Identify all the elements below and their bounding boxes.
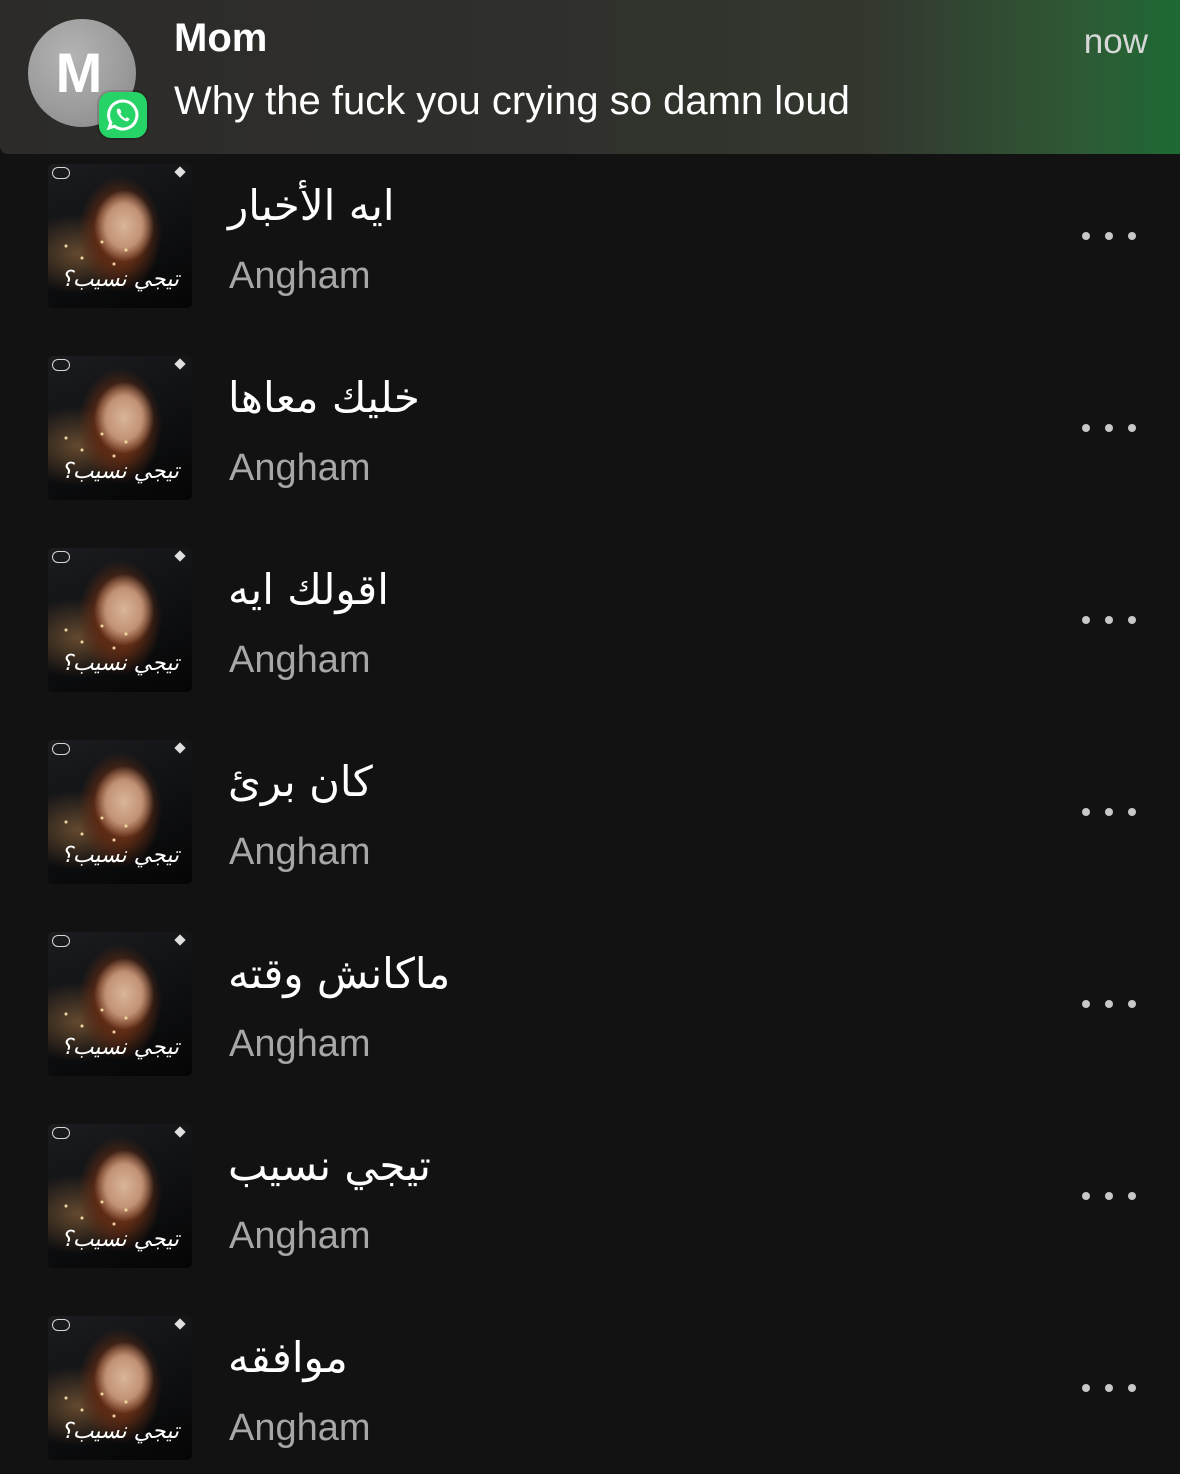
diamond-icon: [174, 1318, 186, 1330]
more-options-button[interactable]: [1078, 216, 1140, 256]
notification-banner[interactable]: M Mom Why the fuck you crying so damn lo…: [0, 0, 1180, 154]
cover-title: تيجي نسيب؟: [61, 843, 179, 868]
album-cover: تيجي نسيب؟: [48, 1316, 192, 1460]
diamond-icon: [174, 742, 186, 754]
diamond-icon: [174, 934, 186, 946]
track-row[interactable]: تيجي نسيب؟ تيجي نسيب Angham: [0, 1114, 1180, 1306]
track-row[interactable]: تيجي نسيب؟ كان برئ Angham: [0, 730, 1180, 922]
album-cover: تيجي نسيب؟: [48, 548, 192, 692]
track-title: ايه الأخبار: [228, 181, 395, 230]
cover-title: تيجي نسيب؟: [61, 459, 179, 484]
album-cover: تيجي نسيب؟: [48, 932, 192, 1076]
cover-title: تيجي نسيب؟: [61, 1035, 179, 1060]
notification-sender: Mom: [174, 16, 268, 60]
diamond-icon: [174, 166, 186, 178]
album-cover: تيجي نسيب؟: [48, 1124, 192, 1268]
whatsapp-icon: [99, 92, 147, 138]
track-list: تيجي نسيب؟ ايه الأخبار Angham تيجي نسيب؟…: [0, 154, 1180, 1474]
track-row[interactable]: تيجي نسيب؟ اقولك ايه Angham: [0, 538, 1180, 730]
track-artist: Angham: [229, 447, 371, 489]
cover-title: تيجي نسيب؟: [61, 651, 179, 676]
track-artist: Angham: [229, 255, 371, 297]
track-row[interactable]: تيجي نسيب؟ ايه الأخبار Angham: [0, 154, 1180, 346]
diamond-icon: [174, 1126, 186, 1138]
track-row[interactable]: تيجي نسيب؟ خليك معاها Angham: [0, 346, 1180, 538]
track-title: موافقه: [228, 1333, 348, 1382]
track-artist: Angham: [229, 1407, 371, 1449]
label-logo-icon: [52, 359, 70, 371]
more-options-button[interactable]: [1078, 1368, 1140, 1408]
notification-message: Why the fuck you crying so damn loud: [174, 79, 850, 123]
track-artist: Angham: [229, 639, 371, 681]
label-logo-icon: [52, 743, 70, 755]
track-title: تيجي نسيب: [228, 1141, 431, 1190]
more-options-button[interactable]: [1078, 984, 1140, 1024]
track-title: خليك معاها: [228, 373, 420, 422]
diamond-icon: [174, 358, 186, 370]
cover-title: تيجي نسيب؟: [61, 1227, 179, 1252]
track-artist: Angham: [229, 1023, 371, 1065]
label-logo-icon: [52, 551, 70, 563]
track-title: اقولك ايه: [228, 565, 389, 614]
label-logo-icon: [52, 1319, 70, 1331]
diamond-icon: [174, 550, 186, 562]
track-artist: Angham: [229, 1215, 371, 1257]
album-cover: تيجي نسيب؟: [48, 164, 192, 308]
album-cover: تيجي نسيب؟: [48, 356, 192, 500]
label-logo-icon: [52, 1127, 70, 1139]
cover-title: تيجي نسيب؟: [61, 267, 179, 292]
track-row[interactable]: تيجي نسيب؟ موافقه Angham: [0, 1306, 1180, 1474]
more-options-button[interactable]: [1078, 600, 1140, 640]
track-title: ماكانش وقته: [228, 949, 451, 998]
cover-title: تيجي نسيب؟: [61, 1419, 179, 1444]
track-row[interactable]: تيجي نسيب؟ ماكانش وقته Angham: [0, 922, 1180, 1114]
track-title: كان برئ: [228, 757, 373, 806]
label-logo-icon: [52, 935, 70, 947]
album-cover: تيجي نسيب؟: [48, 740, 192, 884]
screen: M Mom Why the fuck you crying so damn lo…: [0, 0, 1180, 1474]
more-options-button[interactable]: [1078, 792, 1140, 832]
more-options-button[interactable]: [1078, 408, 1140, 448]
label-logo-icon: [52, 167, 70, 179]
track-artist: Angham: [229, 831, 371, 873]
notification-time: now: [1083, 22, 1148, 61]
more-options-button[interactable]: [1078, 1176, 1140, 1216]
